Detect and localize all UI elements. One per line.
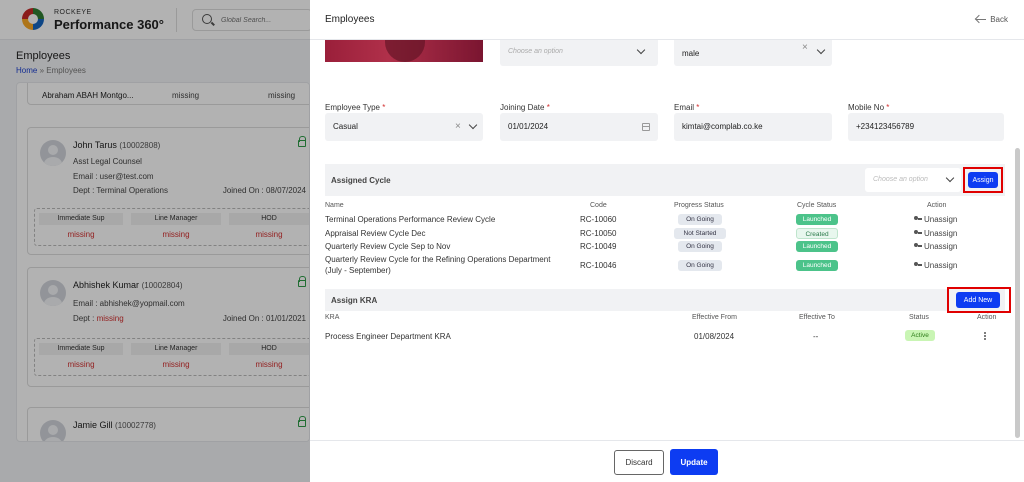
progress-badge: On Going xyxy=(678,241,722,252)
kra-status-badge: Active xyxy=(905,330,935,341)
chevron-down-icon[interactable] xyxy=(636,45,646,55)
email-field[interactable]: kimtai@complab.co.ke xyxy=(674,113,832,141)
cycle-name: Appraisal Review Cycle Dec xyxy=(325,229,426,238)
drawer-body[interactable]: Choose an option male × Employee Type * … xyxy=(310,40,1024,440)
col-header-kra-action: Action xyxy=(977,314,997,321)
cycle-select-placeholder: Choose an option xyxy=(873,176,928,183)
cycle-status-badge: Created xyxy=(796,228,838,239)
clear-icon[interactable]: × xyxy=(802,43,808,53)
kra-effective-from: 01/08/2024 xyxy=(694,332,735,341)
mobile-value: +234123456789 xyxy=(856,122,915,131)
col-header-status: Status xyxy=(909,314,929,321)
unassign-button[interactable]: Unassign xyxy=(914,242,957,251)
gender-select[interactable]: male × xyxy=(674,40,832,66)
col-header-effective-to: Effective To xyxy=(799,314,835,321)
cycle-select[interactable]: Choose an option xyxy=(865,168,961,192)
back-button[interactable]: Back xyxy=(976,15,1008,24)
modal-backdrop[interactable] xyxy=(0,0,310,482)
cycle-code: RC-10049 xyxy=(580,242,617,251)
cycle-status-badge: Launched xyxy=(796,260,838,271)
drawer-header: Employees Back xyxy=(310,0,1024,40)
cycle-status-badge: Launched xyxy=(796,241,838,252)
arrow-left-icon xyxy=(976,19,987,21)
cycle-name: Quarterly Review Cycle Sep to Nov xyxy=(325,242,451,251)
chevron-down-icon[interactable] xyxy=(816,45,826,55)
add-new-button[interactable]: Add New xyxy=(956,292,1000,308)
cycle-name: Terminal Operations Performance Review C… xyxy=(325,215,496,224)
discard-button[interactable]: Discard xyxy=(614,450,664,475)
cycle-status-badge: Launched xyxy=(796,214,838,225)
assign-kra-header: Assign KRA Add New xyxy=(325,287,1011,313)
joining-date-value: 01/01/2024 xyxy=(508,122,549,131)
chevron-down-icon[interactable] xyxy=(945,173,955,183)
cycle-code: RC-10060 xyxy=(580,215,617,224)
gender-value: male xyxy=(682,49,700,58)
col-header-progress: Progress Status xyxy=(674,202,724,209)
back-label: Back xyxy=(990,15,1008,24)
user-minus-icon xyxy=(914,230,922,237)
cycle-code: RC-10050 xyxy=(580,229,617,238)
select-placeholder: Choose an option xyxy=(508,48,563,55)
col-header-code: Code xyxy=(590,202,607,209)
calendar-icon[interactable] xyxy=(642,123,650,131)
unassign-button[interactable]: Unassign xyxy=(914,215,957,224)
assign-kra-title: Assign KRA xyxy=(331,296,378,305)
mobile-field[interactable]: +234123456789 xyxy=(848,113,1004,141)
progress-badge: On Going xyxy=(678,214,722,225)
employee-photo xyxy=(325,40,483,62)
select-field[interactable]: Choose an option xyxy=(500,40,658,66)
chevron-down-icon[interactable] xyxy=(468,120,478,130)
employee-edit-drawer: Employees Back Choose an option male × E… xyxy=(310,0,1024,482)
drawer-title: Employees xyxy=(325,14,375,25)
kra-effective-to: -- xyxy=(813,332,819,341)
email-label: Email * xyxy=(674,103,700,112)
employee-type-label: Employee Type * xyxy=(325,103,386,112)
employee-type-select[interactable]: Casual × xyxy=(325,113,483,141)
assign-button[interactable]: Assign xyxy=(968,172,998,188)
user-minus-icon xyxy=(914,262,922,269)
assigned-cycle-header: Assigned Cycle Choose an option Assign xyxy=(325,164,1005,196)
progress-badge: Not Started xyxy=(674,228,726,239)
employee-type-value: Casual xyxy=(333,122,358,131)
cycle-name: Quarterly Review Cycle for the Refining … xyxy=(325,255,551,264)
assigned-cycle-title: Assigned Cycle xyxy=(331,176,391,185)
cycle-name-line2: (July - September) xyxy=(325,266,391,275)
drawer-scrollbar[interactable] xyxy=(1015,148,1020,438)
progress-badge: On Going xyxy=(678,260,722,271)
col-header-effective-from: Effective From xyxy=(692,314,737,321)
unassign-button[interactable]: Unassign xyxy=(914,229,957,238)
more-vertical-icon[interactable] xyxy=(984,335,986,337)
joining-date-label: Joining Date * xyxy=(500,103,550,112)
col-header-cycle-status: Cycle Status xyxy=(797,202,837,209)
clear-icon[interactable]: × xyxy=(455,122,461,132)
email-value: kimtai@complab.co.ke xyxy=(682,122,763,131)
col-header-kra: KRA xyxy=(325,314,340,321)
kra-name: Process Engineer Department KRA xyxy=(325,332,451,341)
user-minus-icon xyxy=(914,243,922,250)
unassign-button[interactable]: Unassign xyxy=(914,261,957,270)
drawer-footer: Discard Update xyxy=(310,440,1024,482)
update-button[interactable]: Update xyxy=(670,449,718,475)
mobile-label: Mobile No * xyxy=(848,103,890,112)
user-minus-icon xyxy=(914,216,922,223)
cycle-code: RC-10046 xyxy=(580,261,617,270)
col-header-action: Action xyxy=(927,202,947,209)
joining-date-field[interactable]: 01/01/2024 xyxy=(500,113,658,141)
col-header-name: Name xyxy=(325,202,344,209)
